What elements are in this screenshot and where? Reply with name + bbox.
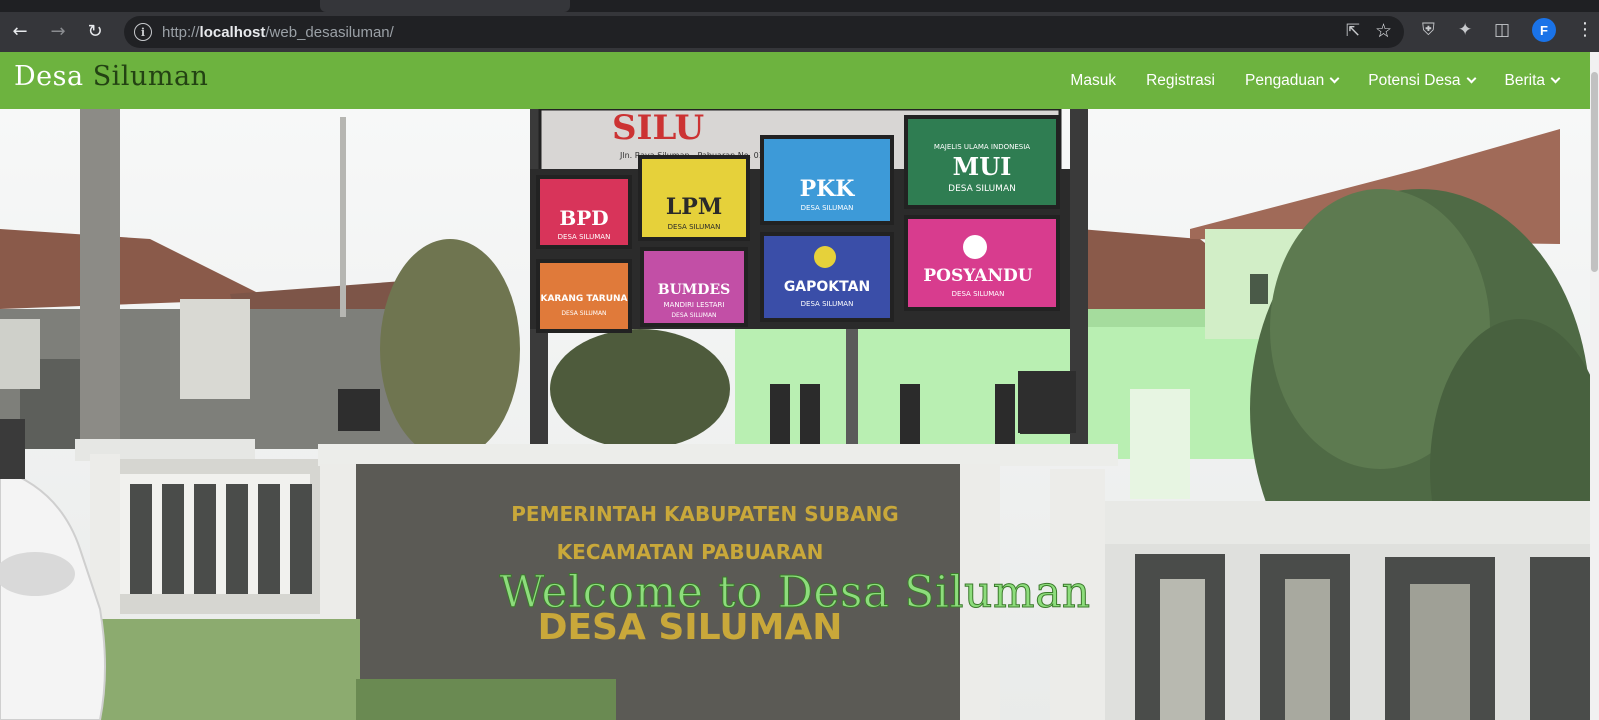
board-sub: MANDIRI LESTARI <box>664 301 725 309</box>
board-top: MAJELIS ULAMA INDONESIA <box>934 143 1030 151</box>
puzzle-icon[interactable]: ✦ <box>1458 20 1472 40</box>
menu-icon[interactable]: ⋮ <box>1576 18 1594 42</box>
nav-label: Berita <box>1504 71 1546 89</box>
scrollbar-thumb[interactable] <box>1591 72 1598 272</box>
board-sub: DESA SILUMAN <box>801 300 854 308</box>
profile-avatar[interactable]: F <box>1532 18 1556 42</box>
board-title: PKK <box>800 176 856 202</box>
nav-pengaduan-dropdown[interactable]: Pengaduan <box>1244 71 1340 90</box>
hero-banner: SILU Jln. Raya Siluman - Pabuaran No. 01… <box>0 109 1590 720</box>
back-icon[interactable]: ← <box>8 20 32 44</box>
address-bar[interactable]: i http://localhost/web_desasiluman/ ⇱ ☆ <box>124 16 1404 48</box>
board-sub: DESA SILUMAN <box>948 184 1016 194</box>
board-title: LPM <box>666 194 722 220</box>
board-sub: DESA SILUMAN <box>561 310 606 317</box>
url-text[interactable]: http://localhost/web_desasiluman/ <box>162 24 394 41</box>
forward-icon[interactable]: → <box>46 20 70 44</box>
nav-registrasi[interactable]: Registrasi <box>1146 72 1215 90</box>
wall-line-2: KECAMATAN PABUARAN <box>557 540 824 564</box>
page-scrollbar[interactable] <box>1590 52 1599 720</box>
nav-menu: Masuk Registrasi Pengaduan Potensi Desa … <box>1070 52 1561 109</box>
nav-label: Masuk <box>1070 71 1117 89</box>
board-sub: DESA SILUMAN <box>952 290 1005 298</box>
brand-second: Siluman <box>92 61 209 92</box>
url-path: /web_desasiluman/ <box>265 24 394 41</box>
shield-icon[interactable]: ⛨ <box>1422 20 1435 40</box>
sign-main-text: SILU <box>612 109 704 148</box>
board-title: POSYANDU <box>923 266 1032 286</box>
board-title: GAPOKTAN <box>784 279 870 295</box>
nav-label: Potensi Desa <box>1368 71 1461 89</box>
board-sub2: DESA SILUMAN <box>671 312 716 319</box>
site-navbar: Desa Siluman Masuk Registrasi Pengaduan … <box>0 52 1599 109</box>
nav-label: Registrasi <box>1146 71 1215 89</box>
chevron-down-icon <box>1466 73 1476 84</box>
star-icon[interactable]: ☆ <box>1375 20 1392 42</box>
url-host: localhost <box>199 24 266 41</box>
chevron-down-icon <box>1329 73 1340 84</box>
board-title: BUMDES <box>658 282 730 298</box>
board-title: KARANG TARUNA <box>540 294 627 304</box>
browser-tab-strip <box>0 0 1599 12</box>
board-sub: DESA SILUMAN <box>668 223 721 231</box>
board-sub: DESA SILUMAN <box>558 233 611 241</box>
info-icon[interactable]: i <box>134 23 152 41</box>
reload-icon[interactable]: ↻ <box>83 20 107 44</box>
board-sub: DESA SILUMAN <box>801 204 854 212</box>
nav-berita-dropdown[interactable]: Berita <box>1504 71 1561 90</box>
brand-first: Desa <box>14 61 84 92</box>
share-icon[interactable]: ⇱ <box>1346 21 1360 41</box>
chevron-down-icon <box>1550 73 1561 84</box>
hero-photo: SILU Jln. Raya Siluman - Pabuaran No. 01… <box>0 109 1590 720</box>
nav-masuk[interactable]: Masuk <box>1070 72 1116 90</box>
sidepanel-icon[interactable]: ◫ <box>1494 20 1510 40</box>
browser-toolbar: ← → ↻ i http://localhost/web_desasiluman… <box>0 12 1599 52</box>
nav-label: Pengaduan <box>1244 71 1325 89</box>
active-tab[interactable] <box>320 0 570 12</box>
brand-logo[interactable]: Desa Siluman <box>14 61 208 92</box>
wall-line-1: PEMERINTAH KABUPATEN SUBANG <box>511 502 898 526</box>
board-title: BPD <box>559 206 608 230</box>
board-title: MUI <box>953 152 1012 181</box>
nav-potensi-desa-dropdown[interactable]: Potensi Desa <box>1368 71 1476 90</box>
welcome-heading: Welcome to Desa Siluman <box>499 567 1091 619</box>
url-prefix: http:// <box>162 24 200 41</box>
